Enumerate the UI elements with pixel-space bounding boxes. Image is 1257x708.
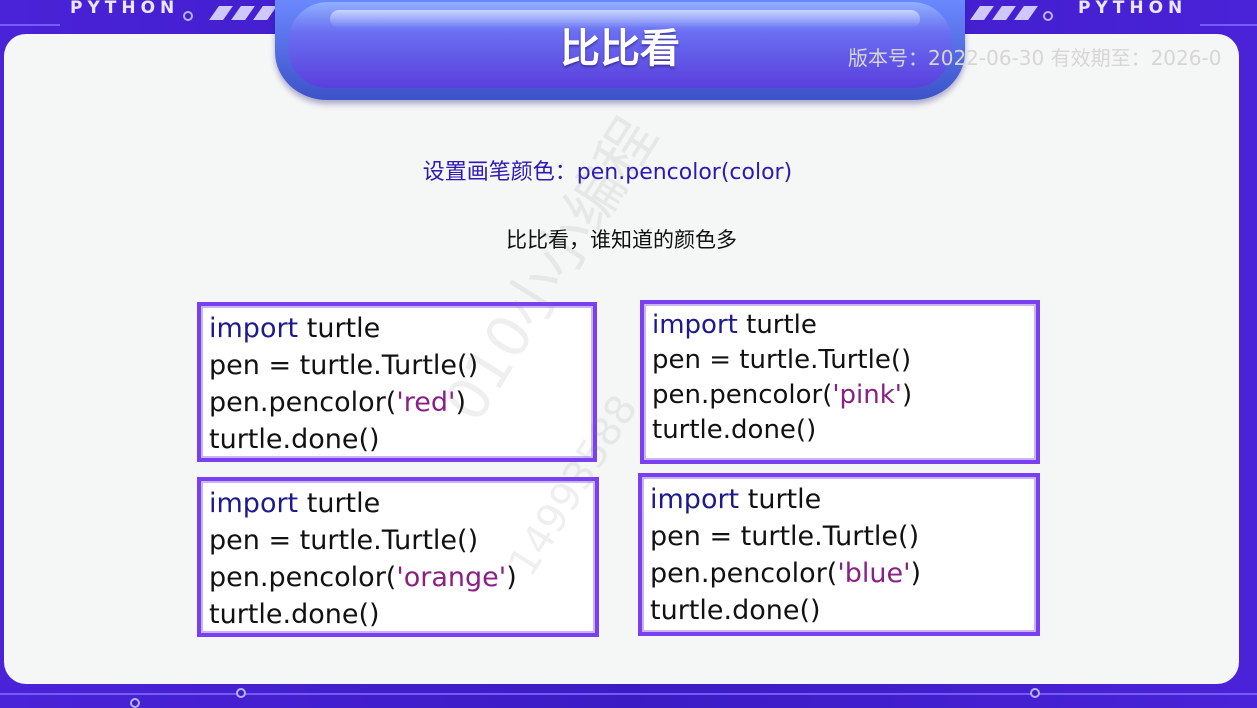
subtitle: 设置画笔颜色：pen.pencolor(color) bbox=[422, 160, 793, 185]
code-line: turtle.done() bbox=[209, 424, 380, 455]
code-line: pen.pencolor('orange') bbox=[209, 562, 517, 593]
code-block-red: import turtle pen = turtle.Turtle() pen.… bbox=[197, 302, 597, 462]
code-line: pen.pencolor('red') bbox=[209, 387, 466, 418]
frame-dot bbox=[130, 698, 140, 708]
frame-dot bbox=[1030, 688, 1040, 698]
code-line: import turtle bbox=[652, 310, 817, 340]
code-line: pen = turtle.Turtle() bbox=[650, 521, 920, 552]
code-line: pen = turtle.Turtle() bbox=[209, 350, 479, 381]
content-panel bbox=[4, 34, 1239, 684]
code-line: pen = turtle.Turtle() bbox=[652, 345, 912, 375]
code-block-blue: import turtle pen = turtle.Turtle() pen.… bbox=[638, 473, 1040, 636]
code-block-pink: import turtle pen = turtle.Turtle() pen.… bbox=[640, 300, 1040, 464]
version-watermark: 版本号：2022-06-30 有效期至：2026-0 bbox=[848, 46, 1222, 70]
code-line: turtle.done() bbox=[209, 599, 380, 630]
code-line: import turtle bbox=[209, 488, 381, 519]
prompt-text: 比比看，谁知道的颜色多 bbox=[506, 228, 737, 252]
code-line: turtle.done() bbox=[650, 595, 821, 626]
frame-line bbox=[0, 693, 1257, 695]
code-line: pen = turtle.Turtle() bbox=[209, 525, 479, 556]
frame-dot bbox=[236, 688, 246, 698]
code-line: pen.pencolor('pink') bbox=[652, 380, 913, 410]
code-line: pen.pencolor('blue') bbox=[650, 558, 922, 589]
code-block-orange: import turtle pen = turtle.Turtle() pen.… bbox=[197, 477, 599, 637]
code-line: import turtle bbox=[209, 313, 381, 344]
code-line: turtle.done() bbox=[652, 415, 817, 445]
code-line: import turtle bbox=[650, 484, 822, 515]
